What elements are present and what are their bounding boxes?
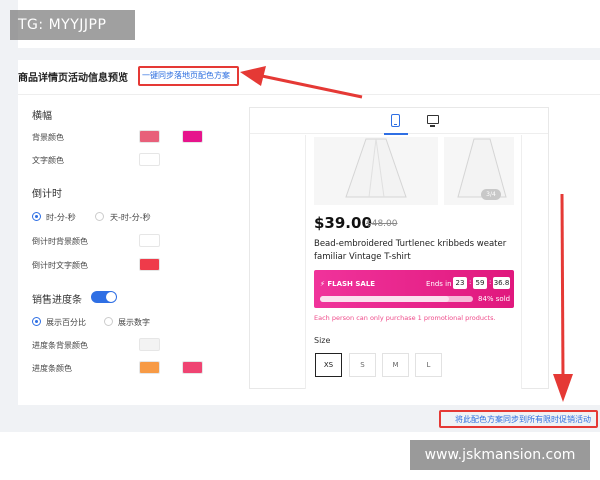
annotation-arrows <box>240 66 573 402</box>
arrow-to-apply-all-link <box>553 193 573 402</box>
arrow-to-sync-link <box>240 66 363 99</box>
